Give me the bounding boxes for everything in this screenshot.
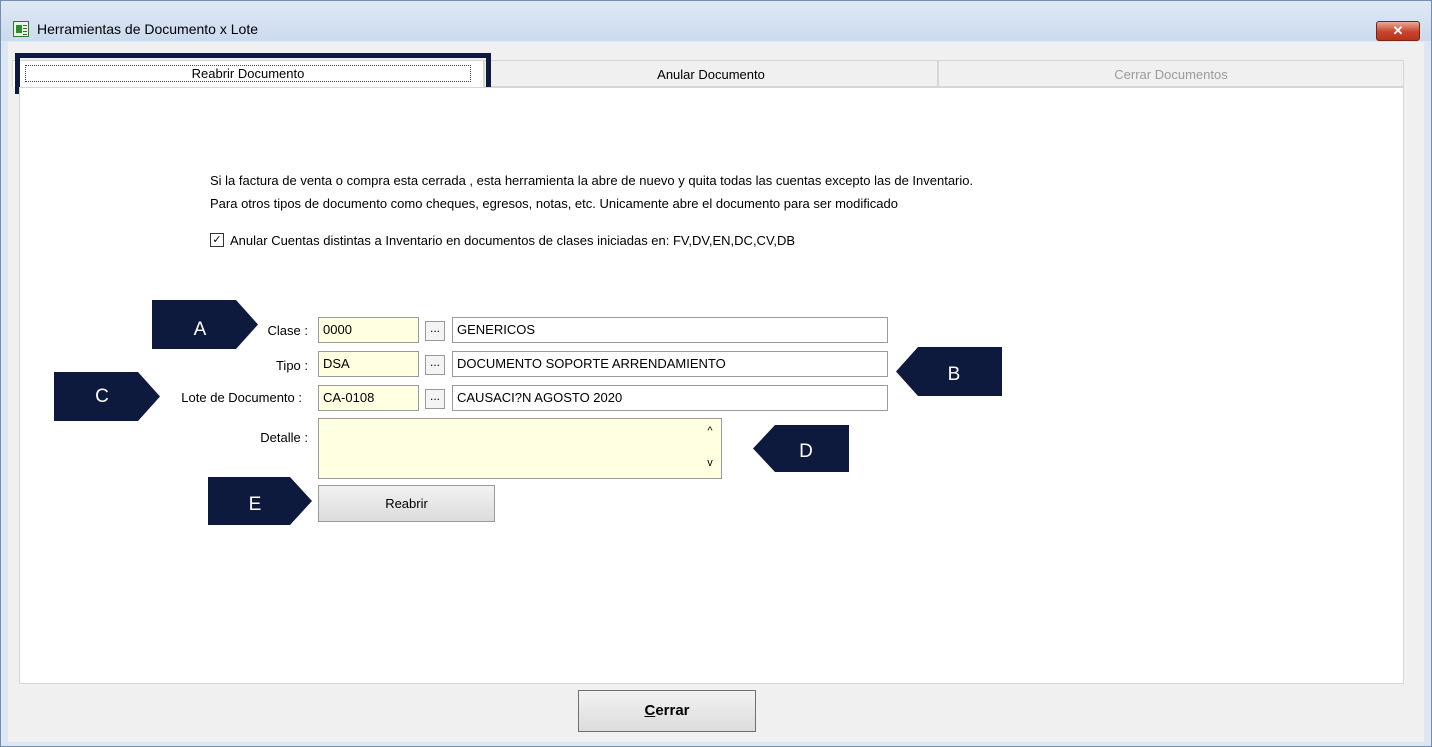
- close-button[interactable]: ✕: [1376, 21, 1420, 41]
- tipo-code-input[interactable]: DSA: [318, 351, 419, 377]
- close-icon: ✕: [1392, 23, 1404, 38]
- clase-code-input[interactable]: 0000: [318, 317, 419, 343]
- info-text-line-1: Si la factura de venta o compra esta cer…: [210, 173, 974, 188]
- cerrar-button[interactable]: Cerrar: [578, 690, 756, 732]
- cerrar-mnemonic: C: [644, 702, 656, 719]
- app-icon: [13, 21, 29, 37]
- check-icon: ✓: [212, 234, 222, 246]
- clase-description-field[interactable]: GENERICOS: [452, 317, 888, 343]
- lote-description-field[interactable]: CAUSACI?N AGOSTO 2020: [452, 385, 888, 411]
- tab-cerrar-documentos: Cerrar Documentos: [938, 60, 1404, 87]
- annotation-marker-a: A: [152, 300, 258, 349]
- info-text-line-2: Para otros tipos de documento como chequ…: [210, 196, 898, 211]
- marker-label: E: [248, 494, 262, 515]
- reabrir-button-label: Reabrir: [385, 496, 428, 511]
- scroll-up-icon[interactable]: ^: [699, 425, 721, 437]
- annotation-marker-e: E: [208, 477, 312, 525]
- marker-label: C: [95, 386, 109, 407]
- marker-label: B: [947, 364, 961, 385]
- clase-browse-button[interactable]: ...: [425, 321, 445, 341]
- marker-label: A: [193, 319, 207, 340]
- detalle-textarea[interactable]: ^ v: [318, 418, 722, 479]
- anular-cuentas-label[interactable]: Anular Cuentas distintas a Inventario en…: [230, 233, 795, 248]
- title-bar: Herramientas de Documento x Lote ✕: [1, 1, 1431, 41]
- lote-code-input[interactable]: CA-0108: [318, 385, 419, 411]
- annotation-marker-b: B: [896, 347, 1002, 396]
- cerrar-button-label: errar: [655, 702, 690, 719]
- window-title: Herramientas de Documento x Lote: [37, 21, 258, 37]
- scroll-down-icon[interactable]: v: [699, 457, 721, 469]
- lote-browse-button[interactable]: ...: [425, 389, 445, 409]
- tab-label: Cerrar Documentos: [1114, 67, 1228, 82]
- reabrir-button[interactable]: Reabrir: [318, 485, 495, 522]
- tab-anular-documento[interactable]: Anular Documento: [484, 60, 938, 87]
- tipo-label: Tipo :: [275, 358, 308, 373]
- annotation-marker-c: C: [54, 372, 160, 421]
- lote-label: Lote de Documento :: [181, 390, 302, 405]
- marker-label: D: [799, 441, 813, 462]
- detalle-scrollbar[interactable]: ^ v: [699, 419, 721, 478]
- detalle-label: Detalle :: [260, 430, 308, 445]
- tipo-browse-button[interactable]: ...: [425, 355, 445, 375]
- tab-label: Anular Documento: [657, 67, 765, 82]
- tipo-description-field[interactable]: DOCUMENTO SOPORTE ARRENDAMIENTO: [452, 351, 888, 377]
- anular-cuentas-checkbox[interactable]: ✓: [210, 233, 224, 247]
